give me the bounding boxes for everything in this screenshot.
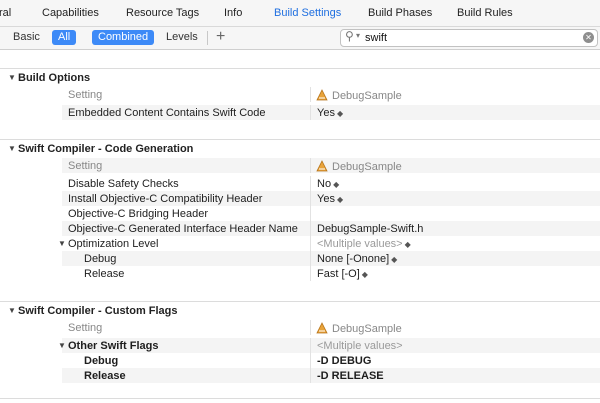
- tab-general[interactable]: ral: [0, 7, 11, 19]
- setting-value[interactable]: None [-Onone] ◆: [317, 253, 397, 265]
- setting-row[interactable]: Release -D RELEASE: [62, 368, 600, 383]
- column-header-row: Setting DebugSample: [62, 320, 600, 335]
- tab-build-rules[interactable]: Build Rules: [457, 7, 513, 19]
- setting-value[interactable]: DebugSample-Swift.h: [317, 223, 423, 235]
- setting-column-header: Setting: [68, 322, 103, 334]
- setting-row[interactable]: ▼ Optimization Level <Multiple values> ◆: [58, 236, 600, 251]
- setting-row[interactable]: Embedded Content Contains Swift Code Yes…: [62, 105, 600, 120]
- column-header-row: Setting DebugSample: [62, 87, 600, 102]
- target-app-icon: [316, 89, 328, 101]
- setting-column-header: Setting: [68, 89, 103, 101]
- target-column-header: DebugSample: [316, 322, 402, 335]
- editor-tab-bar: ral Capabilities Resource Tags Info Buil…: [0, 0, 600, 27]
- search-field[interactable]: ⚲ ▾ ✕: [340, 29, 598, 47]
- levels-view-button[interactable]: Levels: [166, 30, 198, 45]
- column-header-row: Setting DebugSample: [62, 158, 600, 173]
- setting-row[interactable]: Install Objective-C Compatibility Header…: [62, 191, 600, 206]
- tab-build-phases[interactable]: Build Phases: [368, 7, 432, 19]
- stepper-icon: ◆: [361, 270, 368, 279]
- target-app-icon: [316, 160, 328, 172]
- search-icon: ⚲: [345, 29, 354, 43]
- combined-view-button[interactable]: Combined: [92, 30, 155, 45]
- target-column-header: DebugSample: [316, 160, 402, 173]
- stepper-icon: ◆: [404, 240, 411, 249]
- setting-row[interactable]: ▼ Other Swift Flags <Multiple values>: [58, 338, 600, 353]
- stepper-icon: ◆: [336, 195, 344, 204]
- all-filter-button[interactable]: All: [52, 30, 77, 45]
- tab-info[interactable]: Info: [224, 7, 242, 19]
- basic-filter-button[interactable]: Basic: [13, 30, 40, 45]
- setting-value[interactable]: No ◆: [317, 178, 339, 190]
- setting-value[interactable]: Yes ◆: [317, 107, 343, 119]
- setting-row[interactable]: Objective-C Generated Interface Header N…: [62, 221, 600, 236]
- setting-value[interactable]: Yes ◆: [317, 193, 343, 205]
- disclosure-triangle-icon[interactable]: ▼: [58, 341, 66, 350]
- disclosure-triangle-icon[interactable]: ▼: [8, 73, 16, 82]
- setting-value[interactable]: -D RELEASE: [317, 370, 384, 382]
- setting-value[interactable]: Fast [-O] ◆: [317, 268, 368, 280]
- setting-value[interactable]: <Multiple values> ◆: [317, 238, 411, 250]
- stepper-icon: ◆: [333, 180, 340, 189]
- clear-search-icon[interactable]: ✕: [583, 32, 594, 43]
- section-title: Build Options: [18, 72, 91, 84]
- disclosure-triangle-icon[interactable]: ▼: [58, 239, 66, 248]
- stepper-icon: ◆: [391, 255, 398, 264]
- setting-row[interactable]: Objective-C Bridging Header: [62, 206, 600, 221]
- section-header[interactable]: ▼ Build Options: [0, 68, 600, 87]
- tab-resource-tags[interactable]: Resource Tags: [126, 7, 199, 19]
- setting-value[interactable]: -D DEBUG: [317, 355, 371, 367]
- bottom-divider: [0, 398, 600, 403]
- stepper-icon: ◆: [336, 109, 344, 118]
- setting-row[interactable]: Debug None [-Onone] ◆: [62, 251, 600, 266]
- section-header[interactable]: ▼ Swift Compiler - Code Generation: [0, 139, 600, 158]
- chevron-down-icon[interactable]: ▾: [356, 31, 360, 40]
- tab-capabilities[interactable]: Capabilities: [42, 7, 99, 19]
- add-setting-button[interactable]: +: [216, 28, 225, 46]
- search-input[interactable]: [365, 30, 565, 45]
- setting-value[interactable]: <Multiple values>: [317, 340, 403, 352]
- disclosure-triangle-icon[interactable]: ▼: [8, 306, 16, 315]
- target-column-header: DebugSample: [316, 89, 402, 102]
- setting-row[interactable]: Debug -D DEBUG: [62, 353, 600, 368]
- setting-row[interactable]: Release Fast [-O] ◆: [62, 266, 600, 281]
- filter-bar: Basic All Combined Levels + ⚲ ▾ ✕: [0, 27, 600, 50]
- target-app-icon: [316, 322, 328, 334]
- disclosure-triangle-icon[interactable]: ▼: [8, 144, 16, 153]
- setting-column-header: Setting: [68, 160, 103, 172]
- toolbar-divider: [207, 31, 208, 45]
- section-title: Swift Compiler - Code Generation: [18, 143, 194, 155]
- setting-row[interactable]: Disable Safety Checks No ◆: [62, 176, 600, 191]
- tab-build-settings[interactable]: Build Settings: [274, 7, 341, 19]
- section-header[interactable]: ▼ Swift Compiler - Custom Flags: [0, 301, 600, 320]
- section-title: Swift Compiler - Custom Flags: [18, 305, 178, 317]
